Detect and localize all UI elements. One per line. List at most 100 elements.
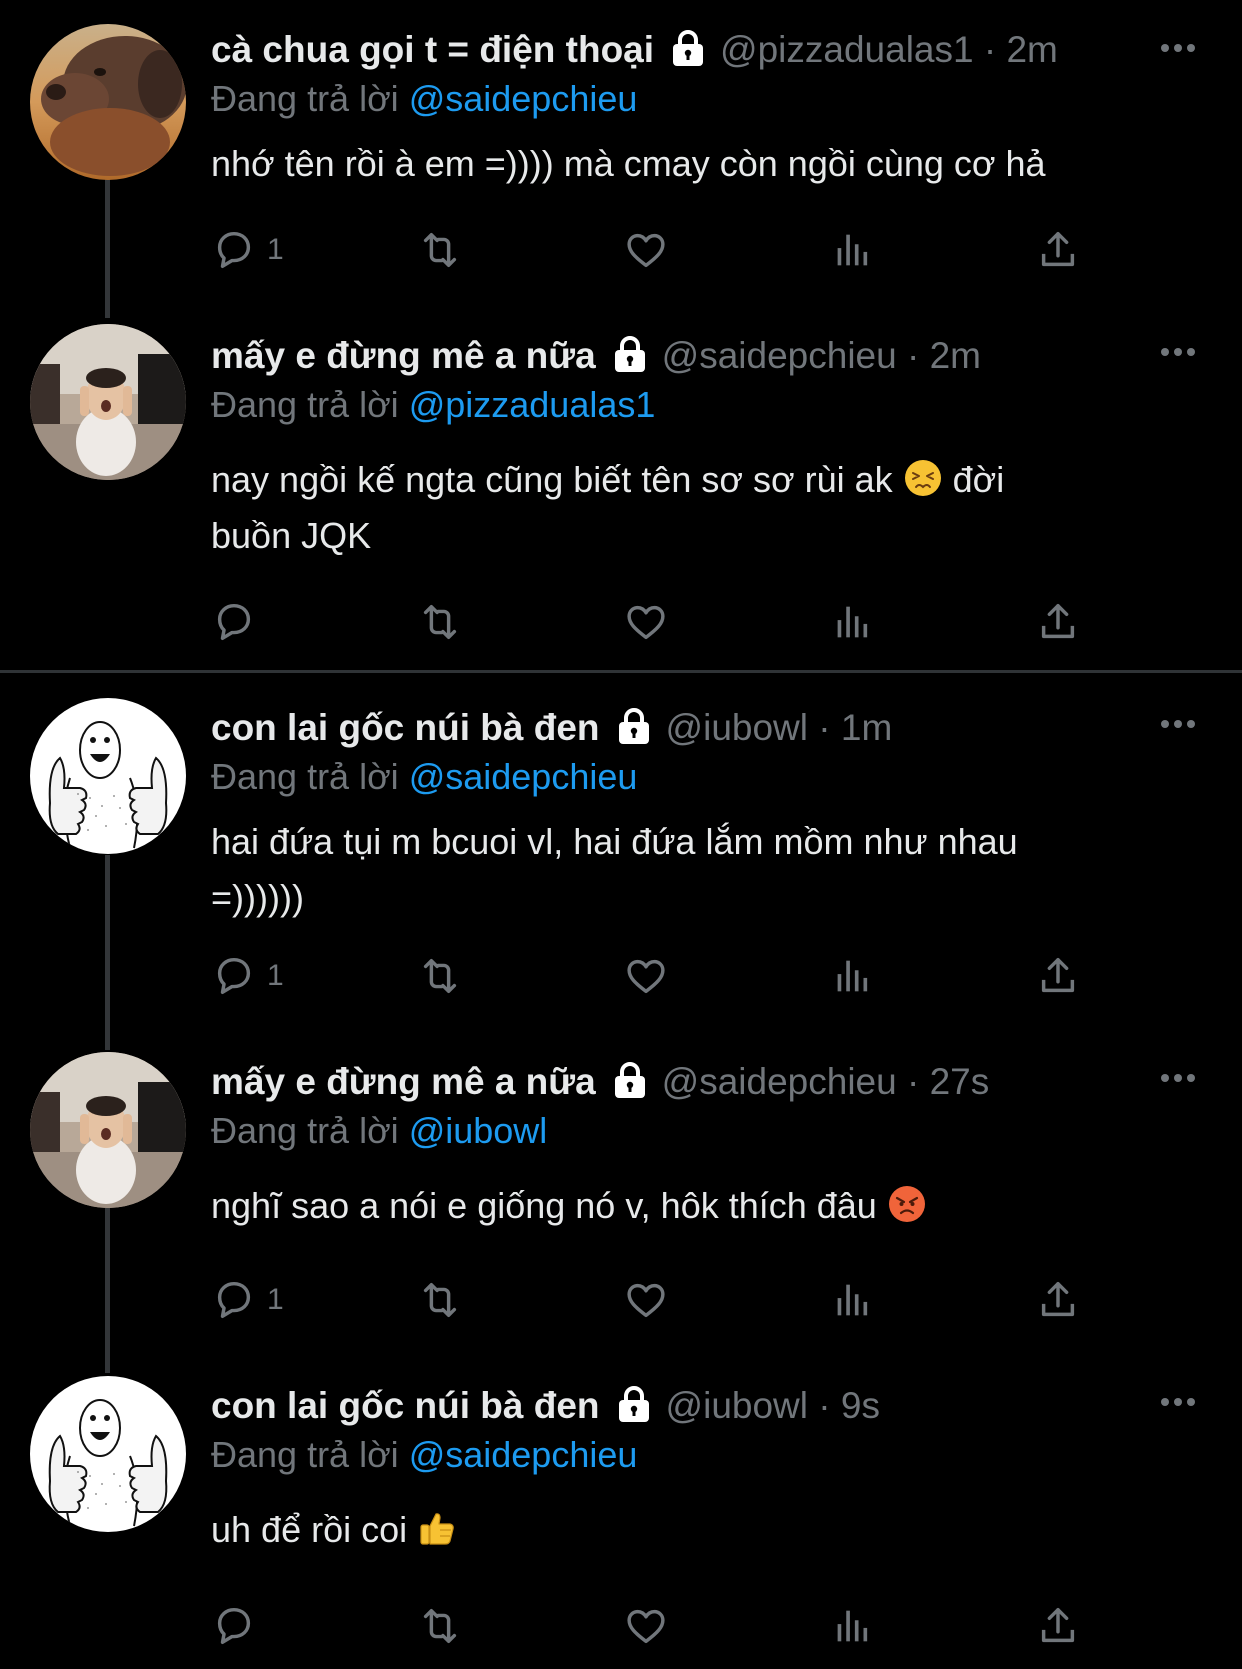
more-icon[interactable] xyxy=(1158,28,1198,68)
views-button[interactable] xyxy=(829,950,875,1002)
tweet-header: mấy e đừng mê a nữa @saidepchieu · 27s xyxy=(211,1056,989,1108)
share-button[interactable] xyxy=(1035,1274,1081,1326)
retweet-button[interactable] xyxy=(417,950,463,1002)
like-icon xyxy=(623,953,669,999)
tweet-header: con lai gốc núi bà đen @iubowl · 1m xyxy=(211,702,892,754)
tweet-header: con lai gốc núi bà đen @iubowl · 9s xyxy=(211,1380,880,1432)
user-handle[interactable]: @saidepchieu xyxy=(662,335,897,376)
separator: · xyxy=(818,707,831,748)
replying-to-label: Đang trả lời xyxy=(211,384,399,425)
reply-icon xyxy=(211,1277,257,1323)
avatar[interactable] xyxy=(30,698,186,854)
lock-icon xyxy=(610,334,650,374)
reply-count: 1 xyxy=(267,1283,284,1316)
replying-to: Đang trả lời @iubowl xyxy=(211,1106,547,1156)
reply-icon xyxy=(211,1603,257,1649)
retweet-button[interactable] xyxy=(417,1274,463,1326)
display-name[interactable]: cà chua gọi t = điện thoại xyxy=(211,29,654,70)
tweet-text: nghĩ sao a nói e giống nó v, hôk thích đ… xyxy=(211,1178,1201,1234)
reply-icon xyxy=(211,599,257,645)
display-name[interactable]: con lai gốc núi bà đen xyxy=(211,1385,600,1426)
views-icon xyxy=(829,599,875,645)
tweet-text: nhớ tên rồi à em =)))) mà cmay còn ngồi … xyxy=(211,136,1201,192)
thread-connector xyxy=(105,1208,110,1373)
retweet-button[interactable] xyxy=(417,596,463,648)
tweet-text-line: nghĩ sao a nói e giống nó v, hôk thích đ… xyxy=(211,1185,877,1226)
display-name[interactable]: con lai gốc núi bà đen xyxy=(211,707,600,748)
replying-to-handle[interactable]: @pizzadualas1 xyxy=(409,384,656,425)
reply-icon xyxy=(211,953,257,999)
replying-to-handle[interactable]: @saidepchieu xyxy=(409,756,638,797)
more-icon[interactable] xyxy=(1158,1058,1198,1098)
tweet-text-line: hai đứa tụi m bcuoi vl, hai đứa lắm mồm … xyxy=(211,821,1018,862)
more-icon[interactable] xyxy=(1158,1382,1198,1422)
replying-to-label: Đang trả lời xyxy=(211,78,399,119)
avatar[interactable] xyxy=(30,24,186,180)
like-icon xyxy=(623,599,669,645)
separator: · xyxy=(983,29,997,70)
replying-to-handle[interactable]: @saidepchieu xyxy=(409,1434,638,1475)
like-button[interactable] xyxy=(623,1274,669,1326)
thumbs-up-emoji xyxy=(417,1508,457,1548)
views-button[interactable] xyxy=(829,596,875,648)
reply-count: 1 xyxy=(267,233,284,266)
reply-button[interactable] xyxy=(211,596,267,648)
timestamp[interactable]: 1m xyxy=(841,707,892,748)
share-button[interactable] xyxy=(1035,950,1081,1002)
views-icon xyxy=(829,1603,875,1649)
share-button[interactable] xyxy=(1035,224,1081,276)
share-button[interactable] xyxy=(1035,1600,1081,1652)
replying-to-handle[interactable]: @saidepchieu xyxy=(409,78,638,119)
display-name[interactable]: mấy e đừng mê a nữa xyxy=(211,335,596,376)
reply-button[interactable]: 1 xyxy=(211,1274,284,1326)
views-button[interactable] xyxy=(829,224,875,276)
retweet-icon xyxy=(417,599,463,645)
share-icon xyxy=(1035,953,1081,999)
tweet-text-line: buồn JQK xyxy=(211,515,372,556)
thread-connector xyxy=(105,178,110,318)
replying-to: Đang trả lời @pizzadualas1 xyxy=(211,380,655,430)
like-button[interactable] xyxy=(623,596,669,648)
tweet-header: mấy e đừng mê a nữa @saidepchieu · 2m xyxy=(211,330,981,382)
retweet-button[interactable] xyxy=(417,1600,463,1652)
user-handle[interactable]: @pizzadualas1 xyxy=(720,29,974,70)
timestamp[interactable]: 27s xyxy=(930,1061,990,1102)
avatar[interactable] xyxy=(30,324,186,480)
retweet-icon xyxy=(417,227,463,273)
share-button[interactable] xyxy=(1035,596,1081,648)
reply-count: 1 xyxy=(267,959,284,992)
reply-button[interactable]: 1 xyxy=(211,950,284,1002)
timestamp[interactable]: 2m xyxy=(1006,29,1057,70)
tweet-text: hai đứa tụi m bcuoi vl, hai đứa lắm mồm … xyxy=(211,814,1201,926)
reply-button[interactable]: 1 xyxy=(211,224,284,276)
more-icon[interactable] xyxy=(1158,332,1198,372)
tweet-actions: 1 xyxy=(211,224,1091,276)
views-button[interactable] xyxy=(829,1600,875,1652)
retweet-icon xyxy=(417,953,463,999)
display-name[interactable]: mấy e đừng mê a nữa xyxy=(211,1061,596,1102)
persevering-face-emoji xyxy=(903,458,943,498)
like-button[interactable] xyxy=(623,1600,669,1652)
replying-to-handle[interactable]: @iubowl xyxy=(409,1110,548,1151)
lock-icon xyxy=(614,706,654,746)
replying-to: Đang trả lời @saidepchieu xyxy=(211,74,637,124)
replying-to: Đang trả lời @saidepchieu xyxy=(211,752,637,802)
timestamp[interactable]: 2m xyxy=(930,335,981,376)
tweet-actions: 1 xyxy=(211,950,1091,1002)
timestamp[interactable]: 9s xyxy=(841,1385,880,1426)
more-icon[interactable] xyxy=(1158,704,1198,744)
user-handle[interactable]: @iubowl xyxy=(666,1385,808,1426)
avatar[interactable] xyxy=(30,1376,186,1532)
like-button[interactable] xyxy=(623,224,669,276)
user-handle[interactable]: @iubowl xyxy=(666,707,808,748)
avatar[interactable] xyxy=(30,1052,186,1208)
user-handle[interactable]: @saidepchieu xyxy=(662,1061,897,1102)
share-icon xyxy=(1035,1277,1081,1323)
replying-to-label: Đang trả lời xyxy=(211,1434,399,1475)
like-button[interactable] xyxy=(623,950,669,1002)
retweet-button[interactable] xyxy=(417,224,463,276)
reply-button[interactable] xyxy=(211,1600,267,1652)
separator: · xyxy=(906,335,920,376)
tweet-text-line: =)))))) xyxy=(211,877,304,918)
views-button[interactable] xyxy=(829,1274,875,1326)
